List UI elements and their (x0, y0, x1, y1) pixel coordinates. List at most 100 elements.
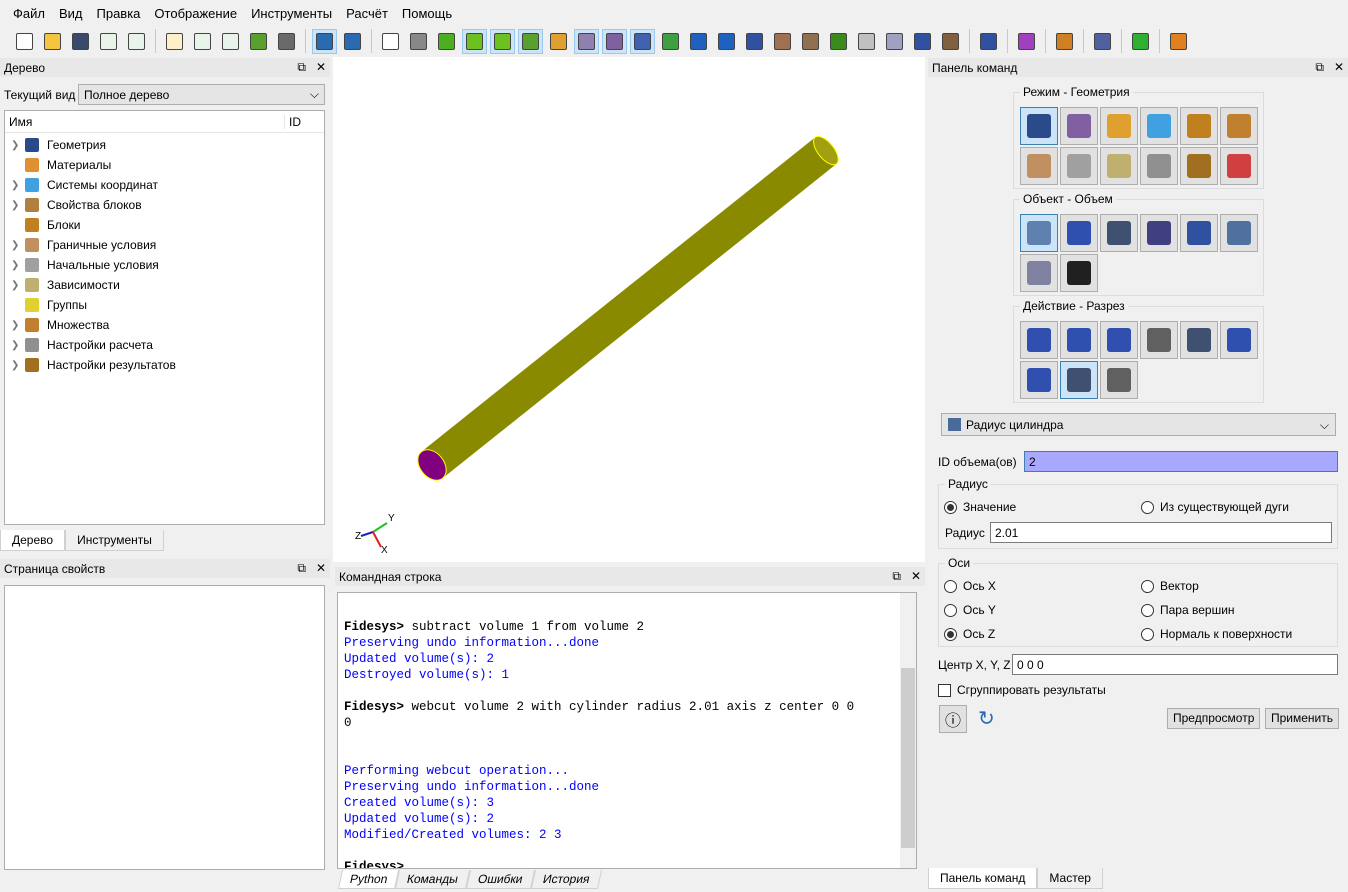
apply-button[interactable]: Применить (1265, 708, 1340, 729)
menu-item[interactable]: Правка (90, 6, 148, 21)
volume-button[interactable] (1020, 214, 1058, 252)
boolean-button[interactable] (1020, 361, 1058, 399)
crosshair-button[interactable] (1014, 29, 1039, 54)
copy-button[interactable] (1140, 321, 1178, 359)
id-journal-button[interactable] (218, 29, 243, 54)
close-icon[interactable]: ✕ (316, 561, 326, 576)
nodes-button[interactable] (546, 29, 571, 54)
overlap-button[interactable] (630, 28, 655, 54)
sphere-button[interactable] (910, 29, 935, 54)
tab-tree[interactable]: Дерево (0, 530, 66, 551)
cleanup-button[interactable] (1100, 361, 1138, 399)
info-button[interactable]: ⓘ (939, 705, 967, 733)
column-name[interactable]: Имя (5, 114, 285, 129)
calc-mode-button[interactable] (1140, 147, 1178, 185)
surface-button[interactable] (1060, 214, 1098, 252)
radio-axis[interactable]: Ось Z (944, 627, 995, 641)
tree-item[interactable]: ❯ Настройки результатов (5, 355, 324, 375)
reset-icon[interactable]: ↻ (978, 706, 995, 731)
menu-item[interactable]: Расчёт (339, 6, 395, 21)
pause-button[interactable] (246, 29, 271, 54)
save-button[interactable] (68, 29, 93, 54)
tab-tools[interactable]: Инструменты (65, 530, 164, 551)
curve-button[interactable] (1100, 214, 1138, 252)
preview-button[interactable]: Предпросмотр (1167, 708, 1261, 729)
scrollbar-thumb[interactable] (901, 668, 915, 848)
body-button[interactable] (1220, 214, 1258, 252)
volume-id-input[interactable] (1024, 451, 1338, 472)
tree-item[interactable]: ❯ Системы координат (5, 175, 324, 195)
imprint-button[interactable] (1220, 321, 1258, 359)
dependency-mode-button[interactable] (1100, 147, 1138, 185)
zoom-out-button[interactable] (714, 29, 739, 54)
float-icon[interactable]: ⧉ (297, 561, 306, 576)
block-button[interactable] (770, 29, 795, 54)
wireframe-button[interactable] (378, 29, 403, 54)
coordinates-mode-button[interactable] (1140, 107, 1178, 145)
group-button[interactable] (1180, 214, 1218, 252)
float-icon[interactable]: ⧉ (1315, 60, 1324, 75)
float-icon[interactable]: ⧉ (297, 60, 306, 75)
scrollbar[interactable] (900, 593, 916, 868)
vertex-button[interactable] (1140, 214, 1178, 252)
delete-button[interactable] (1180, 321, 1218, 359)
close-icon[interactable]: ✕ (316, 60, 326, 75)
undo-power-button[interactable] (312, 28, 337, 54)
webcut-button[interactable] (1060, 361, 1098, 399)
mesh-mode-button[interactable] (1060, 107, 1098, 145)
grid-button[interactable] (574, 28, 599, 54)
tree-item[interactable]: Группы (5, 295, 324, 315)
journal-edit-button[interactable] (162, 29, 187, 54)
mesh-button[interactable] (518, 28, 543, 54)
chevron-right-icon[interactable]: ❯ (11, 180, 25, 191)
chevron-right-icon[interactable]: ❯ (11, 360, 25, 371)
radio-axis[interactable]: Ось X (944, 579, 996, 593)
tab-2[interactable]: Ошибки (466, 870, 535, 889)
shaded-button[interactable] (434, 29, 459, 54)
operation-select[interactable]: Радиус цилиндра ⌵ (941, 413, 1336, 436)
green-box-button[interactable] (826, 29, 851, 54)
initial-mode-button[interactable] (1060, 147, 1098, 185)
current-view-select[interactable]: Полное дерево ⌵ (78, 84, 325, 105)
blocks-mode-button[interactable] (1180, 107, 1218, 145)
tree-item[interactable]: ❯ Геометрия (5, 135, 324, 155)
undo-button[interactable] (340, 29, 365, 54)
measure-button[interactable] (1020, 254, 1058, 292)
command-output[interactable]: Fidesys> subtract volume 1 from volume 2… (337, 592, 917, 869)
volume-select-button[interactable] (462, 28, 487, 54)
hammer-button[interactable] (274, 29, 299, 54)
axis-z-button[interactable] (1166, 29, 1191, 54)
transform-button[interactable] (1100, 321, 1138, 359)
ruler-button[interactable] (798, 29, 823, 54)
menu-item[interactable]: Отображение (147, 6, 244, 21)
close-icon[interactable]: ✕ (1334, 60, 1344, 75)
tree-item[interactable]: ❯ Зависимости (5, 275, 324, 295)
center-input[interactable] (1012, 654, 1338, 675)
group-results-checkbox[interactable]: Сгруппировать результаты (938, 683, 1106, 697)
chevron-right-icon[interactable]: ❯ (11, 320, 25, 331)
radio-radius-value[interactable]: Значение (944, 500, 1016, 514)
refresh-button[interactable] (658, 29, 683, 54)
tab-0[interactable]: Python (337, 870, 400, 889)
zoom-in-button[interactable] (686, 29, 711, 54)
open-folder-button[interactable] (40, 29, 65, 54)
play-journal-button[interactable] (190, 29, 215, 54)
materials-mode-button[interactable] (1100, 107, 1138, 145)
3d-viewport[interactable]: Y Z X (333, 57, 925, 562)
tree-item[interactable]: Материалы (5, 155, 324, 175)
radio-radius-arc[interactable]: Из существующей дуги (1141, 500, 1289, 514)
radius-input[interactable] (990, 522, 1332, 543)
bc-mode-button[interactable] (1020, 147, 1058, 185)
hidden-line-button[interactable] (406, 29, 431, 54)
close-icon[interactable]: ✕ (911, 569, 921, 584)
groups-button[interactable] (976, 29, 1001, 54)
tree-item[interactable]: ❯ Настройки расчета (5, 335, 324, 355)
chevron-right-icon[interactable]: ❯ (11, 260, 25, 271)
tree-item[interactable]: ❯ Начальные условия (5, 255, 324, 275)
geometry-mode-button[interactable] (1020, 107, 1058, 145)
tab-1[interactable]: Команды (395, 870, 471, 889)
inspect-mode-button[interactable] (1220, 147, 1258, 185)
box-select-button[interactable] (602, 28, 627, 54)
column-id[interactable]: ID (285, 115, 301, 129)
tab-3[interactable]: История (530, 870, 602, 889)
